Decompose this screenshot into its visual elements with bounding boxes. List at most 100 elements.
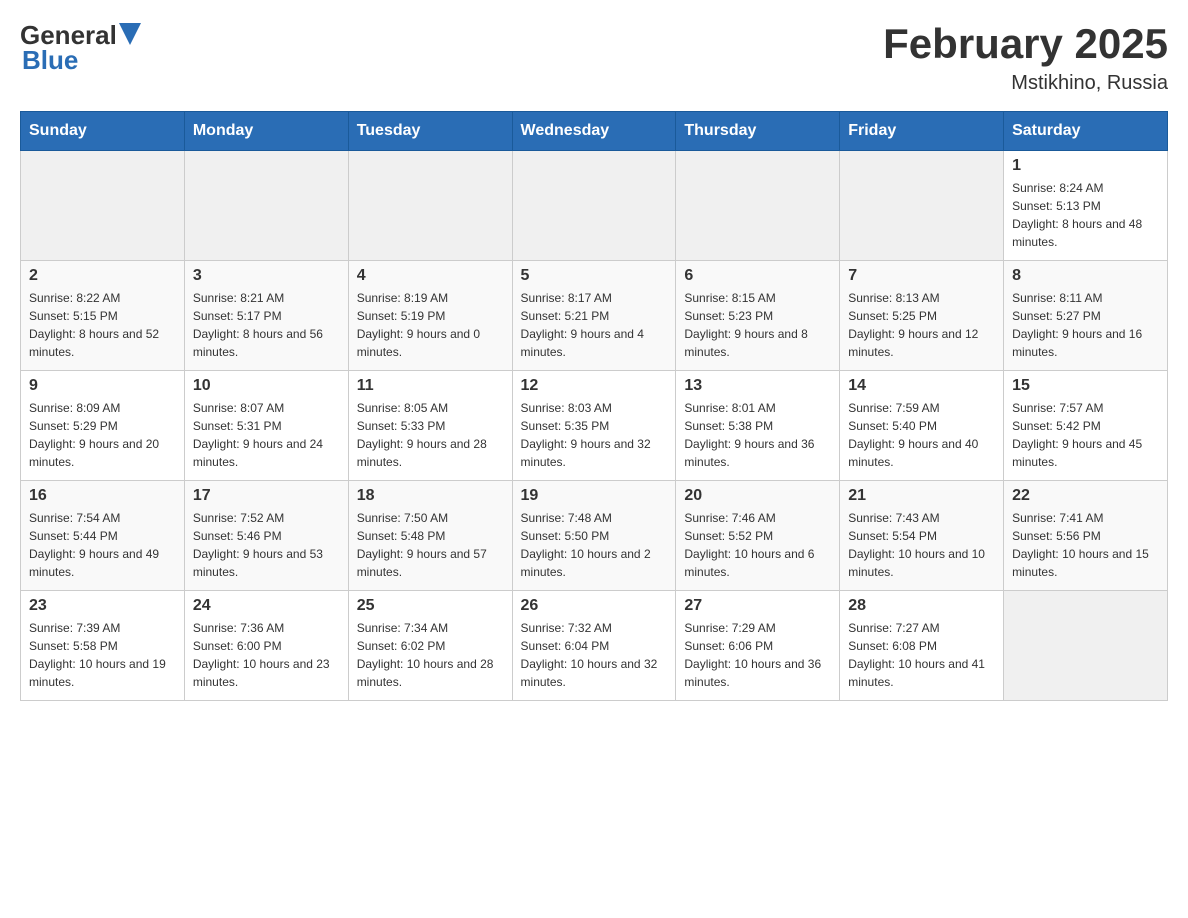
- day-info: Sunrise: 7:29 AMSunset: 6:06 PMDaylight:…: [684, 619, 831, 691]
- header-monday: Monday: [184, 112, 348, 151]
- table-row: 26 Sunrise: 7:32 AMSunset: 6:04 PMDayligh…: [512, 591, 676, 701]
- table-row: [676, 151, 840, 261]
- day-info: Sunrise: 8:13 AMSunset: 5:25 PMDaylight:…: [848, 289, 995, 361]
- day-info: Sunrise: 7:54 AMSunset: 5:44 PMDaylight:…: [29, 509, 176, 581]
- day-number: 24: [193, 597, 340, 615]
- day-info: Sunrise: 8:19 AMSunset: 5:19 PMDaylight:…: [357, 289, 504, 361]
- day-info: Sunrise: 7:48 AMSunset: 5:50 PMDaylight:…: [521, 509, 668, 581]
- header-saturday: Saturday: [1004, 112, 1168, 151]
- day-number: 26: [521, 597, 668, 615]
- day-info: Sunrise: 7:43 AMSunset: 5:54 PMDaylight:…: [848, 509, 995, 581]
- table-row: 10 Sunrise: 8:07 AMSunset: 5:31 PMDayligh…: [184, 371, 348, 481]
- day-info: Sunrise: 7:27 AMSunset: 6:08 PMDaylight:…: [848, 619, 995, 691]
- table-row: 1 Sunrise: 8:24 AMSunset: 5:13 PMDaylight…: [1004, 151, 1168, 261]
- day-info: Sunrise: 8:22 AMSunset: 5:15 PMDaylight:…: [29, 289, 176, 361]
- day-info: Sunrise: 8:21 AMSunset: 5:17 PMDaylight:…: [193, 289, 340, 361]
- day-number: 27: [684, 597, 831, 615]
- table-row: 17 Sunrise: 7:52 AMSunset: 5:46 PMDayligh…: [184, 481, 348, 591]
- day-number: 9: [29, 377, 176, 395]
- table-row: 25 Sunrise: 7:34 AMSunset: 6:02 PMDayligh…: [348, 591, 512, 701]
- table-row: 4 Sunrise: 8:19 AMSunset: 5:19 PMDaylight…: [348, 261, 512, 371]
- table-row: 27 Sunrise: 7:29 AMSunset: 6:06 PMDayligh…: [676, 591, 840, 701]
- day-info: Sunrise: 7:39 AMSunset: 5:58 PMDaylight:…: [29, 619, 176, 691]
- table-row: 11Sunrise: 8:05 AMSunset: 5:33 PMDayligh…: [348, 371, 512, 481]
- header-friday: Friday: [840, 112, 1004, 151]
- week-row-5: 23 Sunrise: 7:39 AMSunset: 5:58 PMDayligh…: [21, 591, 1168, 701]
- table-row: [840, 151, 1004, 261]
- location: Mstikhino, Russia: [883, 72, 1168, 95]
- table-row: [184, 151, 348, 261]
- table-row: 18 Sunrise: 7:50 AMSunset: 5:48 PMDayligh…: [348, 481, 512, 591]
- day-number: 28: [848, 597, 995, 615]
- table-row: 19 Sunrise: 7:48 AMSunset: 5:50 PMDayligh…: [512, 481, 676, 591]
- day-number: 25: [357, 597, 504, 615]
- day-number: 4: [357, 267, 504, 285]
- table-row: 12Sunrise: 8:03 AMSunset: 5:35 PMDayligh…: [512, 371, 676, 481]
- header-sunday: Sunday: [21, 112, 185, 151]
- day-info: Sunrise: 7:57 AMSunset: 5:42 PMDaylight:…: [1012, 399, 1159, 471]
- title-section: February 2025 Mstikhino, Russia: [883, 20, 1168, 95]
- table-row: 9Sunrise: 8:09 AMSunset: 5:29 PMDaylight…: [21, 371, 185, 481]
- day-info: Sunrise: 7:50 AMSunset: 5:48 PMDaylight:…: [357, 509, 504, 581]
- table-row: 23 Sunrise: 7:39 AMSunset: 5:58 PMDayligh…: [21, 591, 185, 701]
- day-info: Sunrise: 8:07 AMSunset: 5:31 PMDaylight:…: [193, 399, 340, 471]
- header-thursday: Thursday: [676, 112, 840, 151]
- table-row: 21Sunrise: 7:43 AMSunset: 5:54 PMDayligh…: [840, 481, 1004, 591]
- day-number: 17: [193, 487, 340, 505]
- week-row-3: 9Sunrise: 8:09 AMSunset: 5:29 PMDaylight…: [21, 371, 1168, 481]
- day-info: Sunrise: 8:15 AMSunset: 5:23 PMDaylight:…: [684, 289, 831, 361]
- table-row: 15 Sunrise: 7:57 AMSunset: 5:42 PMDayligh…: [1004, 371, 1168, 481]
- table-row: 3Sunrise: 8:21 AMSunset: 5:17 PMDaylight…: [184, 261, 348, 371]
- day-number: 22: [1012, 487, 1159, 505]
- day-number: 20: [684, 487, 831, 505]
- day-number: 10: [193, 377, 340, 395]
- day-number: 14: [848, 377, 995, 395]
- day-info: Sunrise: 7:59 AMSunset: 5:40 PMDaylight:…: [848, 399, 995, 471]
- day-number: 23: [29, 597, 176, 615]
- day-number: 15: [1012, 377, 1159, 395]
- day-info: Sunrise: 8:11 AMSunset: 5:27 PMDaylight:…: [1012, 289, 1159, 361]
- day-number: 18: [357, 487, 504, 505]
- table-row: 14 Sunrise: 7:59 AMSunset: 5:40 PMDayligh…: [840, 371, 1004, 481]
- table-row: [348, 151, 512, 261]
- day-info: Sunrise: 8:17 AMSunset: 5:21 PMDaylight:…: [521, 289, 668, 361]
- logo: General Blue: [20, 20, 141, 76]
- day-number: 1: [1012, 157, 1159, 175]
- logo-blue: Blue: [22, 45, 78, 76]
- page-header: General Blue February 2025 Mstikhino, Ru…: [20, 20, 1168, 95]
- table-row: 6 Sunrise: 8:15 AMSunset: 5:23 PMDaylight…: [676, 261, 840, 371]
- day-number: 6: [684, 267, 831, 285]
- week-row-1: 1 Sunrise: 8:24 AMSunset: 5:13 PMDaylight…: [21, 151, 1168, 261]
- header-wednesday: Wednesday: [512, 112, 676, 151]
- day-number: 8: [1012, 267, 1159, 285]
- day-info: Sunrise: 7:46 AMSunset: 5:52 PMDaylight:…: [684, 509, 831, 581]
- table-row: [512, 151, 676, 261]
- day-number: 7: [848, 267, 995, 285]
- day-info: Sunrise: 7:52 AMSunset: 5:46 PMDaylight:…: [193, 509, 340, 581]
- weekday-header-row: Sunday Monday Tuesday Wednesday Thursday…: [21, 112, 1168, 151]
- day-number: 5: [521, 267, 668, 285]
- day-info: Sunrise: 7:36 AMSunset: 6:00 PMDaylight:…: [193, 619, 340, 691]
- day-number: 19: [521, 487, 668, 505]
- month-title: February 2025: [883, 20, 1168, 68]
- table-row: 16 Sunrise: 7:54 AMSunset: 5:44 PMDayligh…: [21, 481, 185, 591]
- day-number: 2: [29, 267, 176, 285]
- table-row: 5 Sunrise: 8:17 AMSunset: 5:21 PMDaylight…: [512, 261, 676, 371]
- table-row: 8 Sunrise: 8:11 AMSunset: 5:27 PMDaylight…: [1004, 261, 1168, 371]
- week-row-4: 16 Sunrise: 7:54 AMSunset: 5:44 PMDayligh…: [21, 481, 1168, 591]
- day-info: Sunrise: 8:24 AMSunset: 5:13 PMDaylight:…: [1012, 179, 1159, 251]
- day-number: 16: [29, 487, 176, 505]
- table-row: 7 Sunrise: 8:13 AMSunset: 5:25 PMDaylight…: [840, 261, 1004, 371]
- day-number: 13: [684, 377, 831, 395]
- table-row: 20 Sunrise: 7:46 AMSunset: 5:52 PMDayligh…: [676, 481, 840, 591]
- day-info: Sunrise: 8:03 AMSunset: 5:35 PMDaylight:…: [521, 399, 668, 471]
- day-number: 11: [357, 377, 504, 395]
- table-row: 28 Sunrise: 7:27 AMSunset: 6:08 PMDayligh…: [840, 591, 1004, 701]
- day-info: Sunrise: 7:32 AMSunset: 6:04 PMDaylight:…: [521, 619, 668, 691]
- table-row: 13Sunrise: 8:01 AMSunset: 5:38 PMDayligh…: [676, 371, 840, 481]
- day-info: Sunrise: 7:41 AMSunset: 5:56 PMDaylight:…: [1012, 509, 1159, 581]
- week-row-2: 2 Sunrise: 8:22 AMSunset: 5:15 PMDaylight…: [21, 261, 1168, 371]
- day-info: Sunrise: 7:34 AMSunset: 6:02 PMDaylight:…: [357, 619, 504, 691]
- table-row: 22 Sunrise: 7:41 AMSunset: 5:56 PMDayligh…: [1004, 481, 1168, 591]
- table-row: 24 Sunrise: 7:36 AMSunset: 6:00 PMDayligh…: [184, 591, 348, 701]
